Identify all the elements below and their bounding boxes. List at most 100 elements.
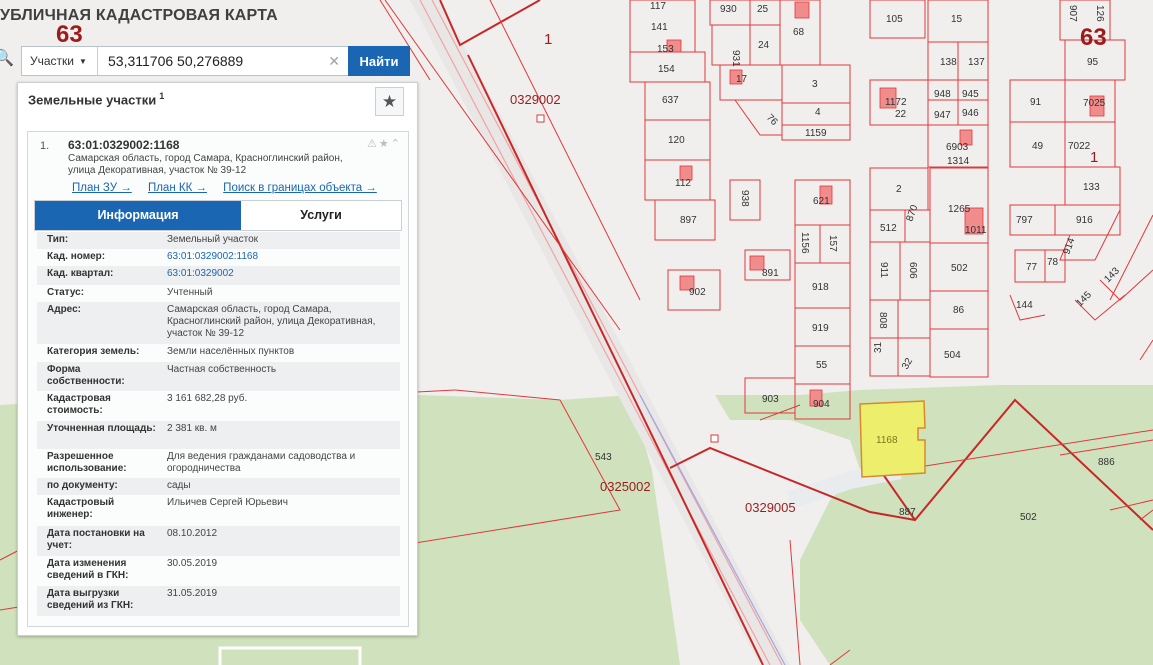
search-type-select[interactable]: Участки ▼	[22, 47, 98, 75]
parcel-label: 15	[951, 14, 963, 25]
cadastral-quarter-link[interactable]: 63:01:0329002	[167, 268, 392, 280]
parcel-label: 91	[1030, 97, 1042, 108]
search-button[interactable]: Найти	[348, 46, 410, 76]
row-value: 31.05.2019	[167, 588, 218, 599]
parcel-label: 1011	[965, 225, 987, 236]
parcel-label: 77	[1026, 262, 1038, 273]
parcel-label: 1156	[799, 232, 810, 254]
row-key: Форма собственности:	[47, 364, 125, 387]
search-input[interactable]	[108, 47, 318, 75]
star-icon[interactable]: ★	[379, 138, 391, 150]
parcel-label: 891	[762, 268, 779, 279]
table-row: по документу: сады	[37, 478, 400, 495]
parcel-label: 78	[1047, 257, 1059, 268]
tab-services[interactable]: Услуги	[241, 201, 401, 230]
row-value: Частная собственность	[167, 364, 277, 375]
plan-kk-link[interactable]: План КК →	[148, 182, 207, 194]
parcel-label: 138	[940, 57, 957, 68]
row-value: 2 381 кв. м	[167, 423, 217, 434]
parcel-label: 1265	[948, 204, 971, 215]
parcel-label: 126	[1094, 5, 1105, 22]
quarter-label: 0325002	[600, 479, 651, 494]
warning-icon[interactable]: ⚠	[367, 138, 379, 150]
table-row: Статус: Учтенный	[37, 285, 400, 302]
row-value: сады	[167, 480, 191, 491]
row-value: Земли населённых пунктов	[167, 346, 295, 357]
parcel-label: 3	[812, 79, 818, 90]
result-card: 1. 63:01:0329002:1168 ⚠★⌃ Самарская обла…	[27, 131, 409, 627]
row-key: Разрешенное использование:	[47, 451, 127, 474]
parcel-label: 946	[962, 108, 979, 119]
parcel-label: 17	[736, 74, 748, 85]
row-key: Дата выгрузки сведений из ГКН:	[47, 588, 134, 611]
table-row: Кад. номер: 63:01:0329002:1168	[37, 249, 400, 266]
region-code: 63	[56, 21, 83, 48]
table-row: Адрес: Самарская область, город Самара, К…	[37, 302, 400, 344]
search-in-bounds-link[interactable]: Поиск в границах объекта →	[223, 182, 377, 194]
parcel-label: 886	[1098, 457, 1115, 468]
row-key: Уточненная площадь:	[47, 423, 156, 434]
result-index: 1.	[40, 140, 50, 152]
parcel-label: 948	[934, 89, 951, 100]
favorite-button[interactable]: ★	[375, 87, 404, 116]
row-key: Дата постановки на учет:	[47, 528, 145, 551]
parcel-label: 945	[962, 89, 979, 100]
results-panel: Земельные участки 1 ★ 1. 63:01:0329002:11…	[17, 82, 418, 636]
region-number: 1	[1090, 149, 1098, 166]
parcel-label: 24	[758, 40, 770, 51]
parcel-label: 904	[813, 399, 830, 410]
parcel-label: 512	[880, 223, 897, 234]
parcel-label: 1168	[876, 435, 898, 446]
map-title: УБЛИЧНАЯ КАДАСТРОВАЯ КАРТА	[0, 7, 278, 24]
region-code: 63	[1080, 24, 1107, 51]
parcel-label: 797	[1016, 215, 1033, 226]
parcel-label: 1159	[805, 128, 827, 139]
parcel-label: 86	[953, 305, 965, 316]
parcel-label: 31	[873, 341, 884, 353]
row-key: Кад. квартал:	[47, 268, 114, 279]
parcel-label: 22	[895, 109, 907, 120]
table-row: Разрешенное использование: Для ведения гр…	[37, 449, 400, 478]
parcel-label: 137	[968, 57, 985, 68]
result-title[interactable]: 63:01:0329002:1168	[68, 138, 179, 152]
parcel-label: 887	[899, 507, 916, 518]
row-key: Кадастровый инженер:	[47, 497, 115, 520]
parcel-label: 117	[650, 1, 666, 12]
parcel-label: 902	[689, 287, 706, 298]
result-count: 1	[159, 91, 165, 101]
parcel-label: 918	[812, 282, 829, 293]
parcel-label: 49	[1032, 141, 1044, 152]
parcel-label: 2	[896, 184, 902, 195]
parcel-label: 947	[934, 110, 951, 121]
parcel-label: 120	[668, 135, 685, 146]
panel-title-text: Земельные участки	[28, 92, 157, 108]
search-box: Участки ▼ ✕	[21, 46, 349, 76]
panel-title: Земельные участки 1	[28, 91, 164, 107]
search-icon[interactable]: 🔍	[0, 48, 14, 74]
parcel-label: 897	[680, 215, 697, 226]
row-value: 08.10.2012	[167, 528, 218, 539]
plan-zu-link[interactable]: План ЗУ →	[72, 182, 132, 194]
row-value: Земельный участок	[167, 234, 259, 245]
row-key: по документу:	[47, 480, 118, 491]
parcel-label: 903	[762, 394, 779, 405]
row-key: Адрес:	[47, 304, 81, 315]
table-row: Уточненная площадь: 2 381 кв. м	[37, 421, 400, 449]
parcel-label: 504	[944, 350, 961, 361]
info-table: Тип: Земельный участок Кад. номер: 63:01:0…	[37, 232, 400, 616]
region-number: 1	[544, 31, 552, 48]
cadastral-number-link[interactable]: 63:01:0329002:1168	[167, 251, 392, 263]
table-row: Форма собственности: Частная собственност…	[37, 362, 400, 391]
row-key: Дата изменения сведений в ГКН:	[47, 558, 129, 581]
parcel-label: 95	[1087, 57, 1099, 68]
quarter-label: 0329002	[510, 92, 561, 107]
search-type-label: Участки	[30, 54, 74, 68]
chevron-up-icon[interactable]: ⌃	[391, 138, 402, 150]
clear-icon[interactable]: ✕	[328, 53, 340, 70]
parcel-label: 7022	[1068, 141, 1091, 152]
result-address: Самарская область, город Самара, Красног…	[68, 153, 343, 176]
tab-info[interactable]: Информация	[35, 201, 241, 230]
parcel-label: 25	[757, 4, 769, 15]
parcel-label: 919	[812, 323, 829, 334]
row-value: Для ведения гражданами садоводства и ого…	[167, 451, 356, 474]
